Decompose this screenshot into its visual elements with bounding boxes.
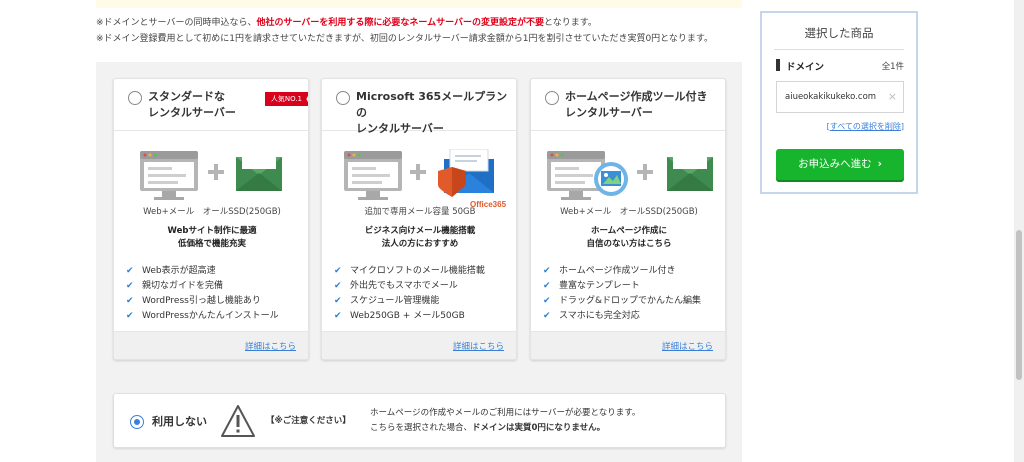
- selected-items-panel: 選択した商品 ドメイン 全1件 aiueokakikukeko.com × [す…: [760, 11, 918, 194]
- plan-card-footer: 詳細はこちら: [114, 331, 308, 359]
- selected-domain: aiueokakikukeko.com ×: [776, 81, 904, 113]
- clear-all-link[interactable]: すべての選択を削除: [830, 122, 901, 131]
- scrollbar-thumb[interactable]: [1016, 230, 1022, 380]
- plan-radio[interactable]: [545, 91, 559, 105]
- caution-label: 【※ご注意ください】: [266, 416, 351, 426]
- mail-icon: [236, 153, 282, 191]
- note-1: ※ドメインとサーバーの同時申込なら、他社のサーバーを利用する際に必要なネームサー…: [96, 18, 597, 28]
- feature-item: スケジュール管理機能: [334, 294, 485, 309]
- builder-tool-icon: [594, 162, 628, 196]
- plus-icon: [410, 164, 426, 180]
- popular-badge: 人気NO.1: [264, 92, 308, 106]
- proceed-to-apply-button[interactable]: お申込みへ進む ›: [776, 149, 904, 180]
- mail-icon: [667, 153, 713, 191]
- plan-spec: Web+メール オールSSD(250GB): [560, 207, 698, 217]
- feature-list: Web表示が超高速 親切なガイドを完備 WordPress引っ越し機能あり Wo…: [126, 264, 279, 324]
- page: ※ドメインとサーバーの同時申込なら、他社のサーバーを利用する際に必要なネームサー…: [0, 0, 1024, 462]
- remove-icon[interactable]: ×: [888, 90, 897, 103]
- plan-card-standard[interactable]: スタンダードな レンタルサーバー 人気NO.1 Web+メール オールSSD(2…: [113, 78, 309, 360]
- feature-item: Web250GB + メール50GB: [334, 309, 485, 324]
- feature-item: ドラッグ&ドロップでかんたん編集: [543, 294, 701, 309]
- no-server-option[interactable]: 利用しない 【※ご注意ください】 ホームページの作成やメールのご利用にはサーバー…: [113, 393, 726, 448]
- divider: [774, 49, 904, 50]
- plan-catchphrase: ホームページ作成に 自信のない方はこちら: [586, 226, 672, 249]
- server-builder-illustration: [547, 151, 713, 200]
- feature-item: 外出先でもスマホでメール: [334, 279, 485, 294]
- feature-item: ホームページ作成ツール付き: [543, 264, 701, 279]
- feature-item: Web表示が超高速: [126, 264, 279, 279]
- feature-item: スマホにも完全対応: [543, 309, 701, 324]
- plan-catchphrase: ビジネス向けメール機能搭載 法人の方におすすめ: [364, 226, 476, 249]
- detail-link[interactable]: 詳細はこちら: [245, 340, 296, 352]
- plan-card-footer: 詳細はこちら: [531, 331, 725, 359]
- plan-title: ホームページ作成ツール付き レンタルサーバー: [565, 90, 708, 119]
- feature-item: 親切なガイドを完備: [126, 279, 279, 294]
- plan-card-header[interactable]: スタンダードな レンタルサーバー 人気NO.1: [114, 79, 308, 131]
- scrollbar[interactable]: [1014, 0, 1024, 462]
- plan-card-header[interactable]: Microsoft 365メールプランの レンタルサーバー: [322, 79, 516, 135]
- no-server-notice: ホームページの作成やメールのご利用にはサーバーが必要となります。 こちらを選択さ…: [370, 408, 641, 433]
- plan-spec: 追加で専用メール容量 50GB: [364, 207, 476, 217]
- plus-icon: [637, 164, 653, 180]
- plan-card-header[interactable]: ホームページ作成ツール付き レンタルサーバー: [531, 79, 725, 131]
- plan-catchphrase: Webサイト制作に最適 低価格で機能充実: [167, 226, 257, 249]
- cart-title: 選択した商品: [804, 26, 874, 40]
- notes: ※ドメインとサーバーの同時申込なら、他社のサーバーを利用する際に必要なネームサー…: [96, 15, 746, 47]
- monitor-icon: [140, 151, 198, 200]
- monitor-icon: [344, 151, 402, 200]
- section-marker: [776, 59, 780, 71]
- note-2: ※ドメイン登録費用として初めに1円を請求させていただきますが、初回のレンタルサー…: [96, 34, 714, 44]
- domain-section-label: ドメイン: [786, 62, 825, 73]
- feature-item: マイクロソフトのメール機能搭載: [334, 264, 485, 279]
- top-strip: [96, 0, 742, 8]
- server-mail-illustration: [140, 151, 282, 200]
- note-highlight: 他社のサーバーを利用する際に必要なネームサーバーの変更設定が不要: [256, 18, 545, 28]
- feature-item: WordPress引っ越し機能あり: [126, 294, 279, 309]
- detail-link[interactable]: 詳細はこちら: [453, 340, 504, 352]
- plus-icon: [208, 164, 224, 180]
- no-server-radio[interactable]: [130, 415, 144, 429]
- clear-all-selection: [すべての選択を削除]: [826, 122, 904, 131]
- feature-item: WordPressかんたんインストール: [126, 309, 279, 324]
- detail-link[interactable]: 詳細はこちら: [662, 340, 713, 352]
- feature-list: ホームページ作成ツール付き 豊富なテンプレート ドラッグ&ドロップでかんたん編集…: [543, 264, 701, 324]
- plan-radio[interactable]: [336, 91, 350, 105]
- plan-card-microsoft365[interactable]: Microsoft 365メールプランの レンタルサーバー Office365 …: [321, 78, 517, 360]
- plan-spec: Web+メール オールSSD(250GB): [143, 207, 281, 217]
- domain-name: aiueokakikukeko.com: [785, 92, 877, 102]
- warning-icon: [221, 405, 255, 437]
- plan-card-footer: 詳細はこちら: [322, 331, 516, 359]
- feature-item: 豊富なテンプレート: [543, 279, 701, 294]
- server-office365-illustration: Office365: [344, 149, 507, 209]
- no-server-label: 利用しない: [152, 415, 207, 428]
- office365-mail-icon: [438, 149, 494, 197]
- plan-radio[interactable]: [128, 91, 142, 105]
- chevron-right-icon: ›: [877, 158, 882, 170]
- feature-list: マイクロソフトのメール機能搭載 外出先でもスマホでメール スケジュール管理機能 …: [334, 264, 485, 324]
- plan-card-homepage-builder[interactable]: ホームページ作成ツール付き レンタルサーバー Web+メール オールSSD(25…: [530, 78, 726, 360]
- item-count: 全1件: [881, 62, 904, 72]
- plan-title: Microsoft 365メールプランの レンタルサーバー: [356, 90, 508, 135]
